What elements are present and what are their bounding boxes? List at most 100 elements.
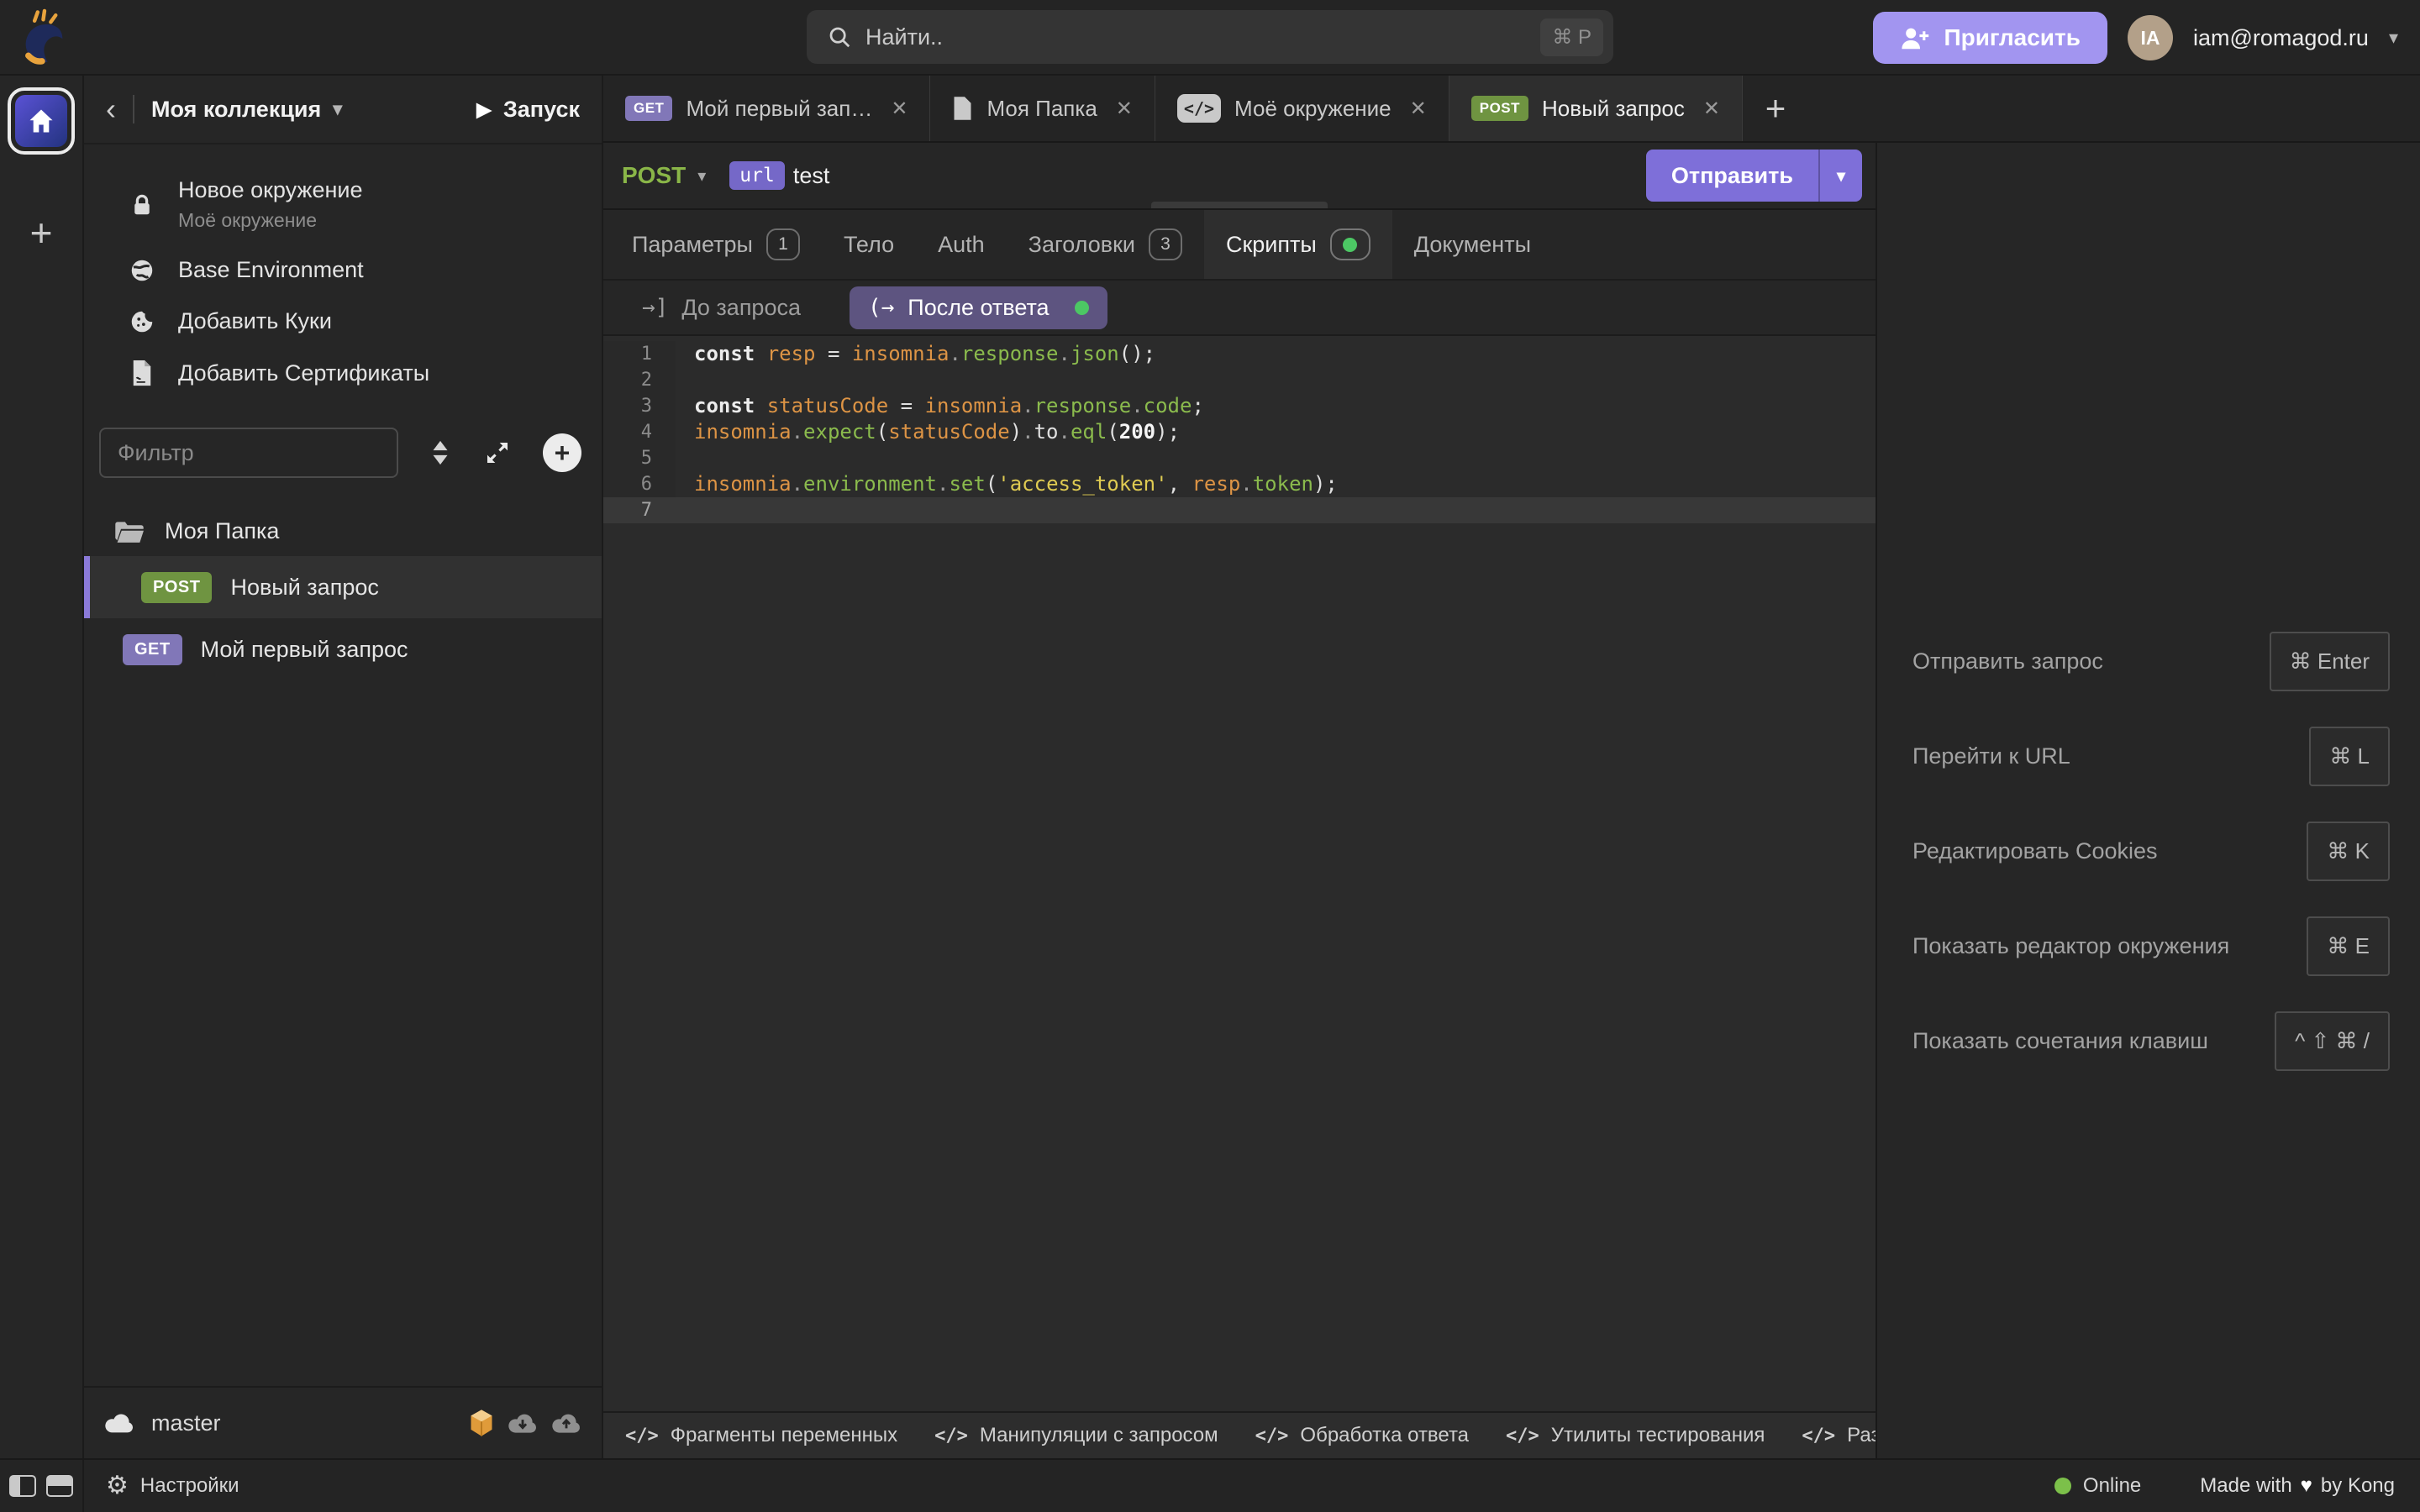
code-line[interactable]: 4insomnia.expect(statusCode).to.eql(200)… (603, 419, 1876, 445)
workspace-tab[interactable]: GETМой первый зап…✕ (603, 76, 930, 141)
workspace-tab[interactable]: Моя Папка✕ (930, 76, 1155, 141)
env-item-label: Base Environment (178, 257, 364, 283)
sidebar: ‹ Моя коллекция ▾ ▶ Запуск Новое окружен… (84, 76, 603, 1458)
account-menu-caret-icon[interactable]: ▾ (2389, 27, 2398, 49)
send-button[interactable]: Отправить ▾ (1646, 150, 1862, 202)
code-text: const resp = insomnia.response.json(); (676, 341, 1155, 367)
back-chevron-icon[interactable]: ‹ (106, 94, 116, 124)
close-icon[interactable]: ✕ (891, 97, 908, 121)
tab-docs[interactable]: Документы (1392, 210, 1553, 279)
tab-body[interactable]: Тело (822, 210, 916, 279)
insomnia-sync-cube-icon[interactable] (469, 1409, 494, 1437)
shortcut-label: Показать сочетания клавиш (1912, 1028, 2208, 1054)
tab-params[interactable]: Параметры1 (610, 210, 822, 279)
cloud-push-icon[interactable] (551, 1412, 581, 1434)
tab-headers[interactable]: Заголовки3 (1007, 210, 1204, 279)
helper-label: Фрагменты переменных (671, 1424, 897, 1447)
workspace-tab[interactable]: POSTНовый запрос✕ (1449, 76, 1743, 141)
invite-button[interactable]: Пригласить (1873, 12, 2107, 64)
online-label: Online (2083, 1474, 2141, 1498)
toggle-layout-icon[interactable] (46, 1475, 73, 1497)
home-button[interactable] (8, 87, 75, 155)
green-dot-icon (1075, 301, 1089, 315)
code-line[interactable]: 5 (603, 445, 1876, 471)
code-line[interactable]: 1const resp = insomnia.response.json(); (603, 341, 1876, 367)
layout-toggles (0, 1460, 84, 1512)
sidebar-item-base-environment[interactable]: Base Environment (84, 244, 602, 296)
request-row[interactable]: POSTНовый запрос (84, 556, 602, 618)
branch-name[interactable]: master (151, 1410, 221, 1436)
code-line[interactable]: 2 (603, 367, 1876, 393)
line-number: 5 (603, 445, 676, 471)
lock-icon (128, 192, 156, 218)
avatar[interactable]: IA (2128, 15, 2173, 60)
home-icon (26, 106, 56, 136)
close-icon[interactable]: ✕ (1116, 97, 1133, 121)
made-with-kong: Made with ♥ by Kong (2200, 1474, 2395, 1498)
code-snippet-icon: </> (934, 1425, 968, 1446)
run-collection-button[interactable]: ▶ Запуск (476, 97, 580, 123)
request-row[interactable]: GETМой первый запрос (84, 618, 602, 680)
made-with-prefix: Made with (2200, 1474, 2291, 1498)
cloud-pull-icon[interactable] (508, 1412, 538, 1434)
helper-item[interactable]: </>Утилиты тестирования (1506, 1424, 1765, 1447)
folder-open-icon (114, 519, 145, 544)
shortcut-row: Перейти к URL⌘ L (1912, 727, 2390, 786)
code-line[interactable]: 6insomnia.environment.set('access_token'… (603, 471, 1876, 497)
new-tab-button[interactable]: + (1743, 76, 1808, 141)
toggle-sidebar-icon[interactable] (9, 1475, 36, 1497)
helper-item[interactable]: </>Манипуляции с запросом (934, 1424, 1218, 1447)
tab-pre-request[interactable]: →]До запроса (623, 286, 819, 329)
invite-label: Пригласить (1944, 24, 2080, 51)
insomnia-app: Найти.. ⌘ P Пригласить IA iam@romagod.ru… (0, 0, 2420, 1512)
cloud-icon (104, 1413, 134, 1434)
line-number: 7 (603, 497, 676, 523)
close-icon[interactable]: ✕ (1410, 97, 1427, 121)
tab-label: Параметры (632, 232, 753, 258)
cookie-icon (128, 309, 156, 334)
filter-input[interactable] (99, 428, 398, 478)
folder-row[interactable]: Моя Папка (84, 507, 602, 556)
global-search[interactable]: Найти.. ⌘ P (807, 10, 1613, 64)
code-line[interactable]: 3const statusCode = insomnia.response.co… (603, 393, 1876, 419)
settings-button[interactable]: ⚙ Настройки (106, 1473, 239, 1499)
workspace-tab[interactable]: </>Моё окружение✕ (1155, 76, 1449, 141)
status-pill (1330, 228, 1370, 260)
sidebar-header: ‹ Моя коллекция ▾ ▶ Запуск (84, 76, 602, 144)
method-selector[interactable]: POST (622, 162, 686, 189)
shortcut-label: Показать редактор окружения (1912, 933, 2229, 959)
script-helpers-bar: </>Фрагменты переменных</>Манипуляции с … (603, 1411, 1876, 1458)
shortcut-row: Редактировать Cookies⌘ K (1912, 822, 2390, 881)
tab-label: Новый запрос (1542, 96, 1685, 122)
sidebar-item-add-certificates[interactable]: Добавить Сертификаты (84, 347, 602, 399)
url-bar: POST ▾ url test Отправить ▾ (603, 143, 1876, 210)
script-editor[interactable]: 1const resp = insomnia.response.json();2… (603, 336, 1876, 1411)
env-item-label: Добавить Куки (178, 308, 332, 334)
code-line[interactable]: 7 (603, 497, 1876, 523)
helper-item[interactable]: </>Обработка ответа (1255, 1424, 1469, 1447)
code-text (676, 445, 694, 471)
new-project-button[interactable]: + (30, 213, 53, 252)
method-badge: GET (123, 634, 182, 665)
tab-label: Документы (1414, 232, 1531, 258)
pane-drag-handle[interactable] (1151, 202, 1328, 208)
top-bar: Найти.. ⌘ P Пригласить IA iam@romagod.ru… (0, 0, 2420, 76)
shortcut-row: Отправить запрос⌘ Enter (1912, 632, 2390, 691)
shortcut-label: Перейти к URL (1912, 743, 2070, 769)
tab-auth[interactable]: Auth (916, 210, 1007, 279)
tab-scripts[interactable]: Скрипты (1204, 210, 1392, 279)
helper-item[interactable]: </>Фрагменты переменных (625, 1424, 897, 1447)
response-pane: Отправить запрос⌘ Enter Перейти к URL⌘ L Р… (1876, 143, 2420, 1458)
add-request-button[interactable]: + (543, 433, 581, 472)
sort-icon[interactable] (430, 438, 450, 467)
tab-after-response[interactable]: (→После ответа (850, 286, 1107, 329)
url-input[interactable]: test (793, 163, 830, 189)
sidebar-item-new-environment[interactable]: Новое окружениеМоё окружение (84, 165, 602, 244)
method-caret-icon[interactable]: ▾ (697, 165, 706, 186)
sidebar-item-add-cookies[interactable]: Добавить Куки (84, 296, 602, 347)
expand-all-icon[interactable] (484, 439, 511, 466)
collection-dropdown[interactable]: Моя коллекция ▾ (151, 97, 342, 123)
close-icon[interactable]: ✕ (1703, 97, 1720, 121)
send-options-caret-icon[interactable]: ▾ (1820, 165, 1862, 186)
tab-strip: GETМой первый зап…✕Моя Папка✕</>Моё окру… (603, 76, 2420, 143)
